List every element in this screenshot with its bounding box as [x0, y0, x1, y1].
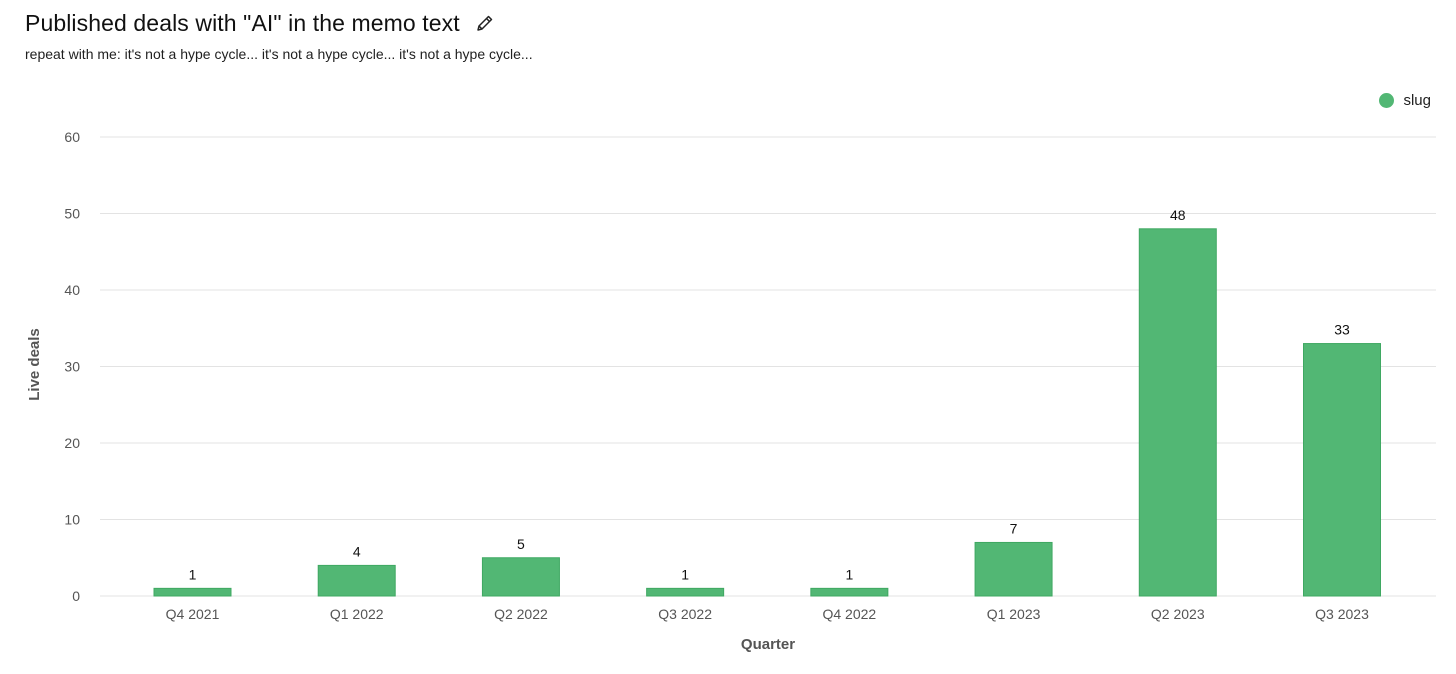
x-tick-label: Q1 2022: [330, 606, 384, 622]
bar-value-label: 33: [1334, 322, 1350, 338]
bar-value-label: 48: [1170, 207, 1186, 223]
bar-value-label: 1: [189, 566, 197, 582]
bar-value-label: 4: [353, 543, 361, 559]
x-tick-label: Q3 2023: [1315, 606, 1369, 622]
y-tick-label: 50: [64, 206, 80, 222]
bar-value-label: 1: [681, 566, 689, 582]
bar-value-label: 1: [845, 566, 853, 582]
gridlines: [100, 136, 1436, 597]
x-axis-ticks: Q4 2021 Q1 2022 Q2 2022 Q3 2022 Q4 2022 Q1 20…: [166, 606, 1369, 622]
bar[interactable]: [481, 557, 560, 597]
y-tick-label: 60: [64, 129, 80, 145]
bars: [153, 228, 1381, 597]
y-tick-label: 20: [64, 435, 80, 451]
y-axis-title: Live deals: [26, 328, 43, 401]
bar[interactable]: [1303, 343, 1381, 597]
y-tick-label: 30: [64, 359, 80, 375]
bar[interactable]: [810, 587, 889, 597]
bar[interactable]: [1138, 228, 1217, 597]
bar[interactable]: [974, 541, 1053, 597]
x-tick-label: Q2 2023: [1151, 606, 1205, 622]
x-tick-label: Q4 2022: [822, 606, 876, 622]
x-axis-title: Quarter: [741, 636, 795, 653]
bar[interactable]: [317, 564, 396, 597]
x-tick-label: Q4 2021: [166, 606, 220, 622]
bar[interactable]: [153, 587, 232, 597]
y-tick-label: 10: [64, 512, 80, 528]
bar-value-label: 5: [517, 536, 525, 552]
y-axis-ticks: 0 10 20 30 40 50 60: [64, 129, 80, 604]
bar[interactable]: [646, 587, 725, 597]
bar-chart: 0102030405060 14 51 174833 Q4 2021 Q1 2022 Q…: [26, 129, 1436, 653]
bar-value-label: 7: [1010, 520, 1018, 536]
x-tick-label: Q1 2023: [987, 606, 1041, 622]
x-tick-label: Q2 2022: [494, 606, 548, 622]
y-tick-label: 0: [72, 588, 80, 604]
x-tick-label: Q3 2022: [658, 606, 712, 622]
y-tick-label: 40: [64, 282, 80, 298]
